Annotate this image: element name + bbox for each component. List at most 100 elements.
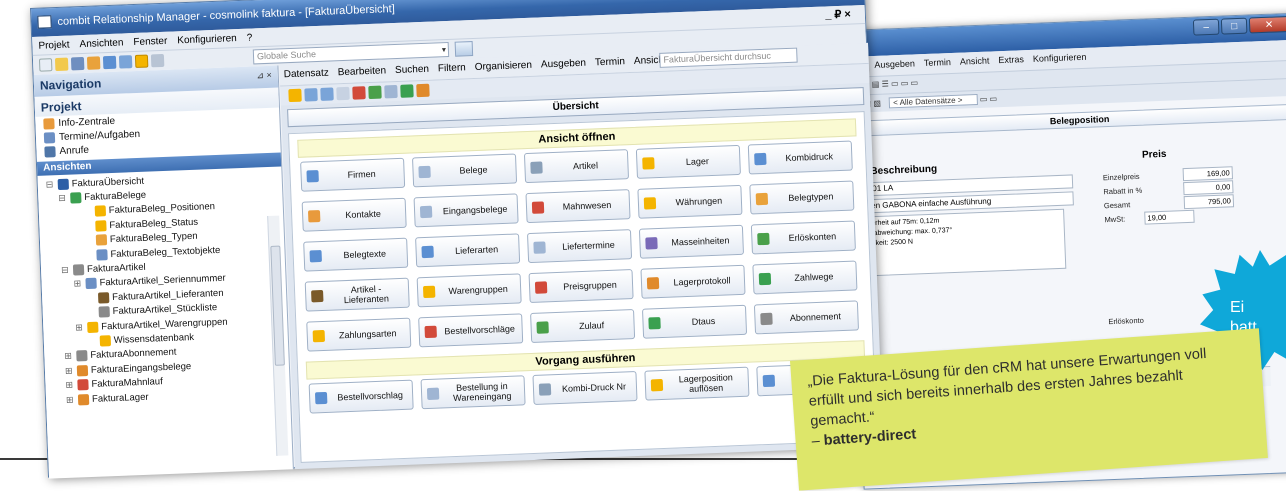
view-menu-item-1[interactable]: Bearbeiten <box>338 65 387 79</box>
export-icon[interactable] <box>416 84 429 97</box>
action-button[interactable]: Bestellung in Wareneingang <box>421 375 526 409</box>
view-icon <box>98 292 109 303</box>
calendar-icon[interactable] <box>119 55 132 68</box>
vat-select[interactable]: 19,00 <box>1144 210 1194 225</box>
badge-line: Ei <box>1230 298 1286 318</box>
mail-icon[interactable] <box>384 85 397 98</box>
expand-toggle-icon[interactable]: ⊞ <box>66 394 75 405</box>
maximize-button[interactable]: □ <box>1221 18 1248 35</box>
back-menu-item-2[interactable]: Termin <box>924 57 952 74</box>
expand-toggle-icon[interactable]: ⊞ <box>73 279 82 290</box>
open-view-icon <box>421 246 433 258</box>
open-view-icon <box>308 210 320 222</box>
database-icon[interactable] <box>103 56 116 69</box>
open-view-button[interactable]: Artikel <box>524 149 629 183</box>
mdi-controls[interactable]: _ ₽ × <box>825 7 851 21</box>
back-menu-item-3[interactable]: Ansicht <box>960 56 990 73</box>
list-icon[interactable] <box>288 89 301 102</box>
action-button[interactable]: Bestellvorschlag <box>309 380 414 414</box>
expand-toggle-icon[interactable]: ⊞ <box>65 380 74 391</box>
price-value[interactable]: 795,00 <box>1184 194 1234 209</box>
refresh-icon[interactable] <box>400 84 413 97</box>
open-view-button[interactable]: Abonnement <box>754 300 859 334</box>
open-view-button[interactable]: Lagerprotokoll <box>640 265 745 299</box>
open-view-button[interactable]: Warengruppen <box>417 273 522 307</box>
open-view-button[interactable]: Preisgruppen <box>529 269 634 303</box>
close-button[interactable]: ✕ <box>1249 16 1286 34</box>
delete-icon[interactable] <box>352 86 365 99</box>
back-menu-item-1[interactable]: Ausgeben <box>874 58 915 76</box>
button-label: Kombi-Druck Nr <box>557 381 631 394</box>
open-view-button[interactable]: Zahlwege <box>752 260 857 294</box>
search-button[interactable] <box>455 41 474 57</box>
tree-item-label: FakturaMahnlauf <box>91 376 163 390</box>
new-icon[interactable] <box>39 58 52 71</box>
open-view-button[interactable]: Belege <box>412 153 517 187</box>
view-menu-item-2[interactable]: Suchen <box>395 64 429 77</box>
menu-item-4[interactable]: ? <box>247 32 253 46</box>
expand-toggle-icon[interactable]: ⊟ <box>61 265 70 276</box>
view-menu-item-0[interactable]: Datensatz <box>284 68 329 82</box>
open-view-button[interactable]: Masseinheiten <box>639 225 744 259</box>
open-view-button[interactable]: Belegtypen <box>749 181 854 215</box>
open-view-button[interactable]: Dtaus <box>642 305 747 339</box>
open-view-button[interactable]: Liefertermine <box>527 229 632 263</box>
open-view-button[interactable]: Eingangsbelege <box>414 193 519 227</box>
open-folder-icon[interactable] <box>55 58 68 71</box>
open-view-button[interactable]: Kontakte <box>302 198 407 232</box>
open-view-button[interactable]: Lager <box>636 145 741 179</box>
button-label: Dtaus <box>666 315 740 328</box>
article-notes-field[interactable]: herheit auf 75m: 0,12m htabweichung: max… <box>864 209 1066 277</box>
view-menu-item-5[interactable]: Ausgeben <box>541 58 586 72</box>
menu-item-0[interactable]: Projekt <box>38 40 70 55</box>
table-icon[interactable] <box>320 87 333 100</box>
view-icon[interactable] <box>135 55 148 68</box>
open-view-button[interactable]: Kombidruck <box>748 141 853 175</box>
open-view-button[interactable]: Belegtexte <box>303 238 408 272</box>
open-view-button[interactable]: Bestellvorschläge <box>418 313 523 347</box>
open-view-button[interactable]: Zahlungsarten <box>306 318 411 352</box>
expand-toggle-icon[interactable]: ⊞ <box>65 365 74 376</box>
price-label: Gesamt <box>1104 200 1131 210</box>
expand-toggle-icon[interactable]: ⊞ <box>64 351 73 362</box>
form-icon[interactable] <box>304 88 317 101</box>
back-menu-item-4[interactable]: Extras <box>998 54 1024 71</box>
open-view-button[interactable]: Mahnwesen <box>525 189 630 223</box>
open-view-button[interactable]: Artikel - Lieferanten <box>305 278 410 312</box>
button-label: Lagerposition auflösen <box>669 372 744 395</box>
open-view-icon <box>756 193 768 205</box>
view-menu-item-3[interactable]: Filtern <box>438 62 466 75</box>
expand-toggle-icon[interactable]: ⊟ <box>46 179 55 190</box>
price-value[interactable]: 169,00 <box>1183 166 1233 181</box>
button-label: Mahnwesen <box>550 199 624 212</box>
open-view-button[interactable]: Lieferarten <box>415 233 520 267</box>
overview-content: Ansicht öffnen FirmenBelegeArtikelLagerK… <box>288 111 877 463</box>
view-menu-item-4[interactable]: Organisieren <box>475 60 533 74</box>
action-button[interactable]: Kombi-Druck Nr <box>532 371 637 405</box>
navigation-pane: Navigation ⊿ × Projekt Info-Zentrale Ter… <box>34 66 294 479</box>
menu-item-2[interactable]: Fenster <box>133 36 167 51</box>
open-view-button[interactable]: Erlöskonten <box>751 220 856 254</box>
nav-item-label: Info-Zentrale <box>58 115 115 128</box>
price-value[interactable]: 0,00 <box>1183 180 1233 195</box>
save-icon[interactable] <box>71 57 84 70</box>
open-view-button[interactable]: Währungen <box>637 185 742 219</box>
open-view-icon <box>536 321 548 333</box>
action-button[interactable]: Lagerposition auflösen <box>644 367 749 401</box>
view-menu-item-6[interactable]: Termin <box>595 56 625 69</box>
expand-toggle-icon[interactable]: ⊞ <box>75 322 84 333</box>
back-menu-item-5[interactable]: Konfigurieren <box>1033 52 1087 70</box>
action-icon <box>427 388 439 400</box>
copy-icon[interactable] <box>336 87 349 100</box>
chevron-down-icon[interactable]: ▾ <box>442 43 447 56</box>
minimize-button[interactable]: – <box>1193 19 1220 36</box>
open-view-button[interactable]: Zulauf <box>530 309 635 343</box>
open-view-button[interactable]: Firmen <box>300 158 405 192</box>
expand-toggle-icon[interactable]: ⊟ <box>58 193 67 204</box>
pin-close-icon[interactable]: ⊿ × <box>256 70 272 82</box>
help-icon[interactable] <box>151 54 164 67</box>
gear-icon[interactable] <box>87 56 100 69</box>
price-label: MwSt: <box>1104 214 1125 224</box>
filter-icon[interactable] <box>368 86 381 99</box>
record-filter-select[interactable]: < Alle Datensätze > <box>889 94 978 108</box>
